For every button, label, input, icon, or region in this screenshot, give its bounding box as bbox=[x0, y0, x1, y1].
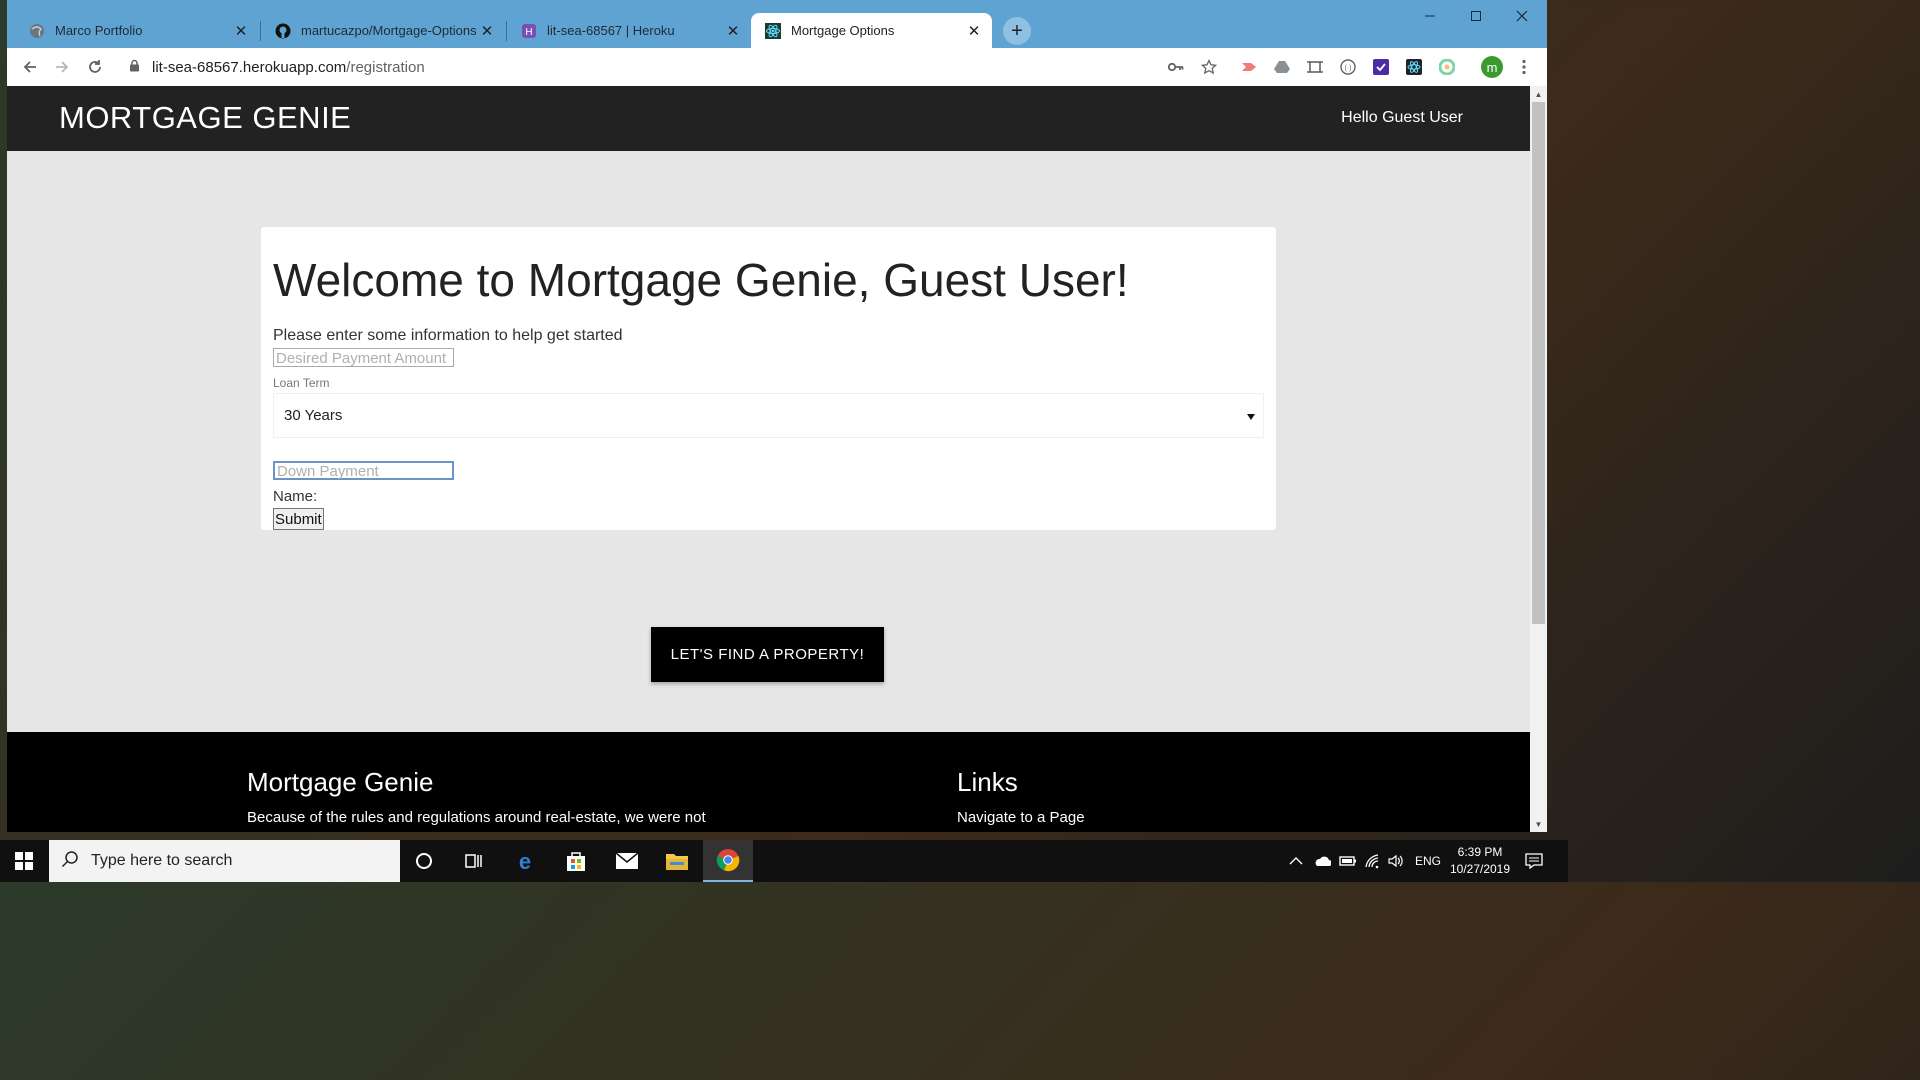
star-icon[interactable] bbox=[1199, 57, 1219, 77]
page-scrollbar[interactable]: ▲ ▼ bbox=[1530, 86, 1547, 832]
system-clock[interactable]: 6:39 PM 10/27/2019 bbox=[1444, 844, 1516, 878]
screenshot-icon[interactable] bbox=[1305, 57, 1325, 77]
onedrive-icon[interactable] bbox=[1313, 840, 1331, 882]
color-wheel-icon[interactable] bbox=[1437, 57, 1457, 77]
react-devtools-icon[interactable] bbox=[1404, 57, 1424, 77]
reload-button[interactable] bbox=[82, 54, 108, 80]
heroku-icon: H bbox=[521, 23, 537, 39]
scroll-down-icon[interactable]: ▼ bbox=[1530, 816, 1547, 832]
minimize-button[interactable] bbox=[1407, 4, 1453, 28]
windows-taskbar: Type here to search e ENG 6:39 PM 10/27/… bbox=[0, 840, 1568, 882]
down-payment-input[interactable]: Down Payment bbox=[273, 461, 454, 480]
close-icon[interactable]: ✕ bbox=[231, 22, 251, 40]
forward-arrow-icon bbox=[56, 61, 69, 73]
windows-logo-icon bbox=[15, 852, 33, 870]
registration-card: Welcome to Mortgage Genie, Guest User! P… bbox=[261, 227, 1276, 530]
back-button[interactable] bbox=[17, 54, 43, 80]
globe-icon bbox=[29, 23, 45, 39]
chrome-taskbar-icon[interactable] bbox=[703, 840, 753, 882]
edge-icon[interactable]: e bbox=[500, 840, 550, 882]
language-indicator[interactable]: ENG bbox=[1415, 840, 1441, 882]
volume-icon[interactable] bbox=[1387, 840, 1405, 882]
site-header: MORTGAGE GENIE Hello Guest User bbox=[7, 86, 1530, 151]
close-icon[interactable]: ✕ bbox=[723, 22, 743, 40]
url-path: /registration bbox=[346, 58, 425, 76]
browser-window: Marco Portfolio ✕ martucazpo/Mortgage-Op… bbox=[7, 0, 1547, 832]
tab-title: Mortgage Options bbox=[791, 23, 895, 38]
clock-date: 10/27/2019 bbox=[1449, 862, 1511, 876]
tab-heroku[interactable]: H lit-sea-68567 | Heroku ✕ bbox=[507, 13, 751, 48]
notifications-icon[interactable] bbox=[1525, 840, 1543, 882]
cortana-icon[interactable] bbox=[399, 840, 449, 882]
extension-circle-icon[interactable]: (·) bbox=[1338, 57, 1358, 77]
url-host: lit-sea-68567.herokuapp.com bbox=[152, 58, 347, 76]
name-label: Name: bbox=[273, 488, 318, 505]
extension-red-icon[interactable] bbox=[1239, 57, 1259, 77]
wifi-icon[interactable] bbox=[1364, 840, 1382, 882]
profile-avatar[interactable]: m bbox=[1481, 56, 1503, 78]
new-tab-button[interactable]: + bbox=[1003, 17, 1031, 45]
svg-text:H: H bbox=[525, 27, 532, 38]
find-property-button[interactable]: LET'S FIND A PROPERTY! bbox=[651, 627, 884, 682]
footer-links-title: Links bbox=[957, 767, 1018, 797]
submit-button[interactable]: Submit bbox=[273, 508, 324, 530]
loan-term-label: Loan Term bbox=[273, 376, 330, 390]
search-placeholder: Type here to search bbox=[91, 852, 233, 869]
tab-title: martucazpo/Mortgage-Options bbox=[301, 23, 477, 38]
github-icon bbox=[275, 23, 291, 39]
page-viewport: MORTGAGE GENIE Hello Guest User Welcome … bbox=[7, 86, 1530, 832]
svg-text:e: e bbox=[519, 850, 531, 872]
reload-icon bbox=[89, 60, 101, 73]
loan-term-value: 30 Years bbox=[284, 407, 343, 424]
lock-icon bbox=[129, 59, 140, 76]
store-icon[interactable] bbox=[551, 840, 601, 882]
intro-text: Please enter some information to help ge… bbox=[273, 327, 623, 344]
page-title: Welcome to Mortgage Genie, Guest User! bbox=[273, 254, 1129, 306]
checklist-icon[interactable] bbox=[1371, 57, 1391, 77]
payment-amount-input[interactable]: Desired Payment Amount bbox=[273, 348, 454, 367]
address-bar[interactable]: lit-sea-68567.herokuapp.com/registration bbox=[119, 53, 1213, 81]
tab-title: Marco Portfolio bbox=[55, 23, 143, 38]
menu-kebab-icon[interactable] bbox=[1514, 57, 1534, 77]
dropdown-arrow-icon bbox=[1247, 407, 1255, 424]
clock-time: 6:39 PM bbox=[1457, 845, 1503, 859]
tab-title: lit-sea-68567 | Heroku bbox=[547, 23, 675, 38]
key-icon[interactable] bbox=[1166, 57, 1186, 77]
mail-icon[interactable] bbox=[602, 840, 652, 882]
site-brand[interactable]: MORTGAGE GENIE bbox=[59, 100, 351, 136]
search-icon bbox=[61, 850, 79, 873]
browser-toolbar: lit-sea-68567.herokuapp.com/registration… bbox=[7, 48, 1547, 87]
tab-github[interactable]: martucazpo/Mortgage-Options ✕ bbox=[261, 13, 505, 48]
scrollbar-thumb[interactable] bbox=[1532, 102, 1545, 624]
user-greeting: Hello Guest User bbox=[1341, 109, 1463, 126]
loan-term-select[interactable]: 30 Years bbox=[273, 393, 1264, 438]
tab-strip: Marco Portfolio ✕ martucazpo/Mortgage-Op… bbox=[7, 0, 1547, 48]
footer-nav-link[interactable]: Navigate to a Page bbox=[957, 809, 1085, 826]
forward-button[interactable] bbox=[49, 54, 75, 80]
drive-icon[interactable] bbox=[1272, 57, 1292, 77]
maximize-button[interactable] bbox=[1453, 4, 1499, 28]
footer-about-title: Mortgage Genie bbox=[247, 767, 434, 797]
close-icon[interactable]: ✕ bbox=[477, 22, 497, 40]
svg-text:(·): (·) bbox=[1345, 65, 1352, 72]
task-view-icon[interactable] bbox=[449, 840, 499, 882]
start-button[interactable] bbox=[0, 840, 48, 882]
tab-mortgage-options[interactable]: Mortgage Options ✕ bbox=[751, 13, 992, 48]
window-close-button[interactable] bbox=[1499, 4, 1545, 28]
site-footer: Mortgage Genie Because of the rules and … bbox=[7, 732, 1530, 832]
scroll-up-icon[interactable]: ▲ bbox=[1530, 86, 1547, 102]
footer-about-text: Because of the rules and regulations aro… bbox=[247, 809, 706, 826]
tab-marco-portfolio[interactable]: Marco Portfolio ✕ bbox=[15, 13, 259, 48]
taskbar-search[interactable]: Type here to search bbox=[49, 840, 400, 882]
battery-icon[interactable] bbox=[1339, 840, 1357, 882]
react-icon bbox=[765, 22, 781, 39]
back-arrow-icon bbox=[23, 61, 36, 73]
file-explorer-icon[interactable] bbox=[652, 840, 702, 882]
close-icon[interactable]: ✕ bbox=[964, 22, 984, 40]
tray-chevron-icon[interactable] bbox=[1289, 840, 1303, 882]
